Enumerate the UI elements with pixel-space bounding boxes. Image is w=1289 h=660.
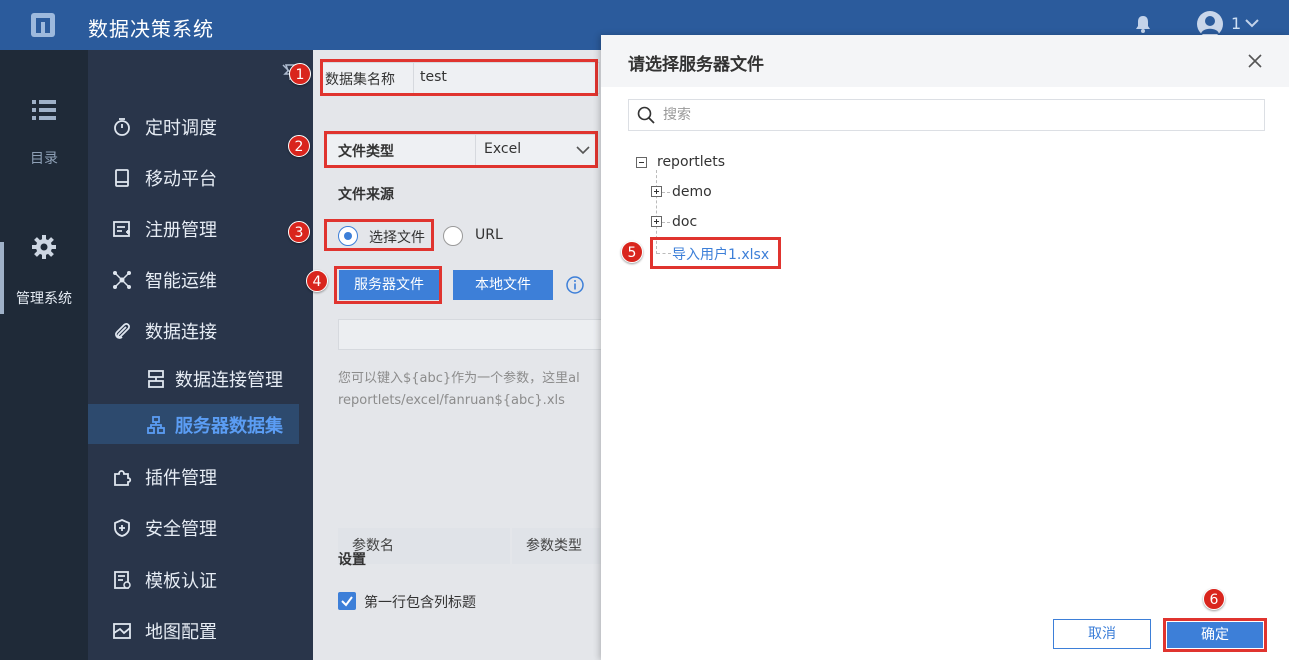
sidebar-item-mobile[interactable]: 移动平台 xyxy=(88,157,313,197)
sidebar-item-label: 地图配置 xyxy=(145,622,217,643)
list-icon xyxy=(32,100,56,120)
minus-icon xyxy=(639,162,644,163)
first-row-checkbox-label[interactable]: 第一行包含列标题 xyxy=(364,592,476,612)
database-icon xyxy=(148,370,164,388)
info-icon[interactable] xyxy=(566,276,584,294)
sidebar-item-label: 智能运维 xyxy=(145,271,217,292)
annotation-badge: 4 xyxy=(306,270,328,292)
search-icon xyxy=(637,106,655,124)
tree-connector xyxy=(662,192,670,193)
settings-title: 设置 xyxy=(338,552,366,568)
register-icon xyxy=(113,221,130,237)
rail-label: 管理系统 xyxy=(16,291,72,307)
cancel-button[interactable]: 取消 xyxy=(1053,619,1151,649)
puzzle-icon xyxy=(114,470,132,486)
close-icon[interactable] xyxy=(1246,52,1264,70)
tree-expand-toggle[interactable] xyxy=(651,186,662,197)
tree-node-root[interactable]: reportlets xyxy=(657,154,725,170)
user-name[interactable]: 1 xyxy=(1231,14,1241,33)
dialog-title: 请选择服务器文件 xyxy=(628,55,764,75)
tree-collapse-toggle[interactable] xyxy=(636,157,647,168)
server-file-dialog: 请选择服务器文件 reportlets demo doc 导入用户1.xlsx … xyxy=(601,35,1289,660)
sidebar-item-ops[interactable]: 智能运维 xyxy=(88,259,313,299)
annotation-badge: 1 xyxy=(289,63,311,85)
sidebar-item-label: 数据连接管理 xyxy=(175,370,283,391)
sidebar-item-schedule[interactable]: 定时调度 xyxy=(88,106,313,146)
rail-label: 目录 xyxy=(30,151,58,167)
map-icon xyxy=(113,623,131,639)
sidebar: 定时调度 移动平台 注册管理 智能运维 数据连接 数据连接管理 服务器数据集 插… xyxy=(88,50,313,660)
check-icon xyxy=(341,596,353,607)
bell-icon[interactable] xyxy=(1134,14,1152,34)
first-row-checkbox[interactable] xyxy=(338,592,356,610)
sidebar-item-connection-manage[interactable]: 数据连接管理 xyxy=(88,358,313,398)
tree-expand-toggle[interactable] xyxy=(651,216,662,227)
network-icon xyxy=(113,271,131,289)
sidebar-item-security[interactable]: 安全管理 xyxy=(88,507,313,547)
sidebar-item-label: 模板认证 xyxy=(145,571,217,592)
radio-url[interactable] xyxy=(443,226,463,246)
search-box xyxy=(628,99,1265,131)
sidebar-item-label: 移动平台 xyxy=(145,169,217,190)
sidebar-item-map-config[interactable]: 地图配置 xyxy=(88,610,313,650)
dialog-header: 请选择服务器文件 xyxy=(601,35,1289,87)
sidebar-item-server-dataset[interactable]: 服务器数据集 xyxy=(88,404,299,444)
file-source-label: 文件来源 xyxy=(338,187,394,203)
sidebar-item-register[interactable]: 注册管理 xyxy=(88,208,313,248)
tree-node-folder[interactable]: doc xyxy=(672,214,697,230)
annotation-box xyxy=(650,237,781,269)
left-rail: 目录 管理系统 xyxy=(0,50,88,660)
annotation-box xyxy=(1163,618,1267,652)
radio-url-label[interactable]: URL xyxy=(475,227,503,243)
annotation-badge: 6 xyxy=(1203,588,1225,610)
search-input[interactable] xyxy=(663,103,1253,127)
paperclip-icon xyxy=(115,323,130,339)
timer-icon xyxy=(114,118,130,136)
annotation-box xyxy=(324,131,598,168)
avatar[interactable] xyxy=(1197,11,1223,37)
sidebar-item-label: 插件管理 xyxy=(145,468,217,489)
sidebar-item-label: 定时调度 xyxy=(145,118,217,139)
tree-connector xyxy=(662,222,670,223)
plus-icon xyxy=(656,189,657,194)
dataset-icon xyxy=(147,416,165,434)
app-logo-icon xyxy=(31,13,55,37)
chevron-down-icon[interactable] xyxy=(1243,14,1261,32)
rail-item-catalog[interactable]: 目录 xyxy=(0,98,88,168)
hint-text: 您可以键入${abc}作为一个参数，这里al xyxy=(338,371,580,386)
sidebar-item-label: 安全管理 xyxy=(145,519,217,540)
sidebar-item-label: 注册管理 xyxy=(145,220,217,241)
annotation-badge: 5 xyxy=(621,241,643,263)
sidebar-item-data-connection[interactable]: 数据连接 xyxy=(88,310,313,350)
template-icon xyxy=(114,571,131,589)
annotation-badge: 3 xyxy=(288,221,310,243)
sidebar-item-template-auth[interactable]: 模板认证 xyxy=(88,559,313,599)
gear-icon xyxy=(32,235,56,259)
table-header-param-type: 参数类型 xyxy=(512,528,603,564)
sidebar-item-label: 数据连接 xyxy=(145,322,217,343)
rail-item-admin[interactable]: 管理系统 xyxy=(0,234,88,308)
sidebar-item-plugins[interactable]: 插件管理 xyxy=(88,456,313,496)
file-path-input[interactable] xyxy=(338,319,603,350)
annotation-badge: 2 xyxy=(288,135,310,157)
annotation-box xyxy=(324,219,434,251)
annotation-box xyxy=(320,59,598,96)
tablet-icon xyxy=(115,169,129,187)
hint-text: reportlets/excel/fanruan${abc}.xls xyxy=(338,393,565,408)
plus-icon xyxy=(656,219,657,224)
tree-node-folder[interactable]: demo xyxy=(672,184,712,200)
annotation-box xyxy=(334,266,442,304)
app-title: 数据决策系统 xyxy=(88,17,214,41)
sidebar-item-label: 服务器数据集 xyxy=(175,416,283,437)
shield-icon xyxy=(114,519,130,537)
local-file-button[interactable]: 本地文件 xyxy=(453,270,553,300)
user-icon xyxy=(1201,16,1219,34)
